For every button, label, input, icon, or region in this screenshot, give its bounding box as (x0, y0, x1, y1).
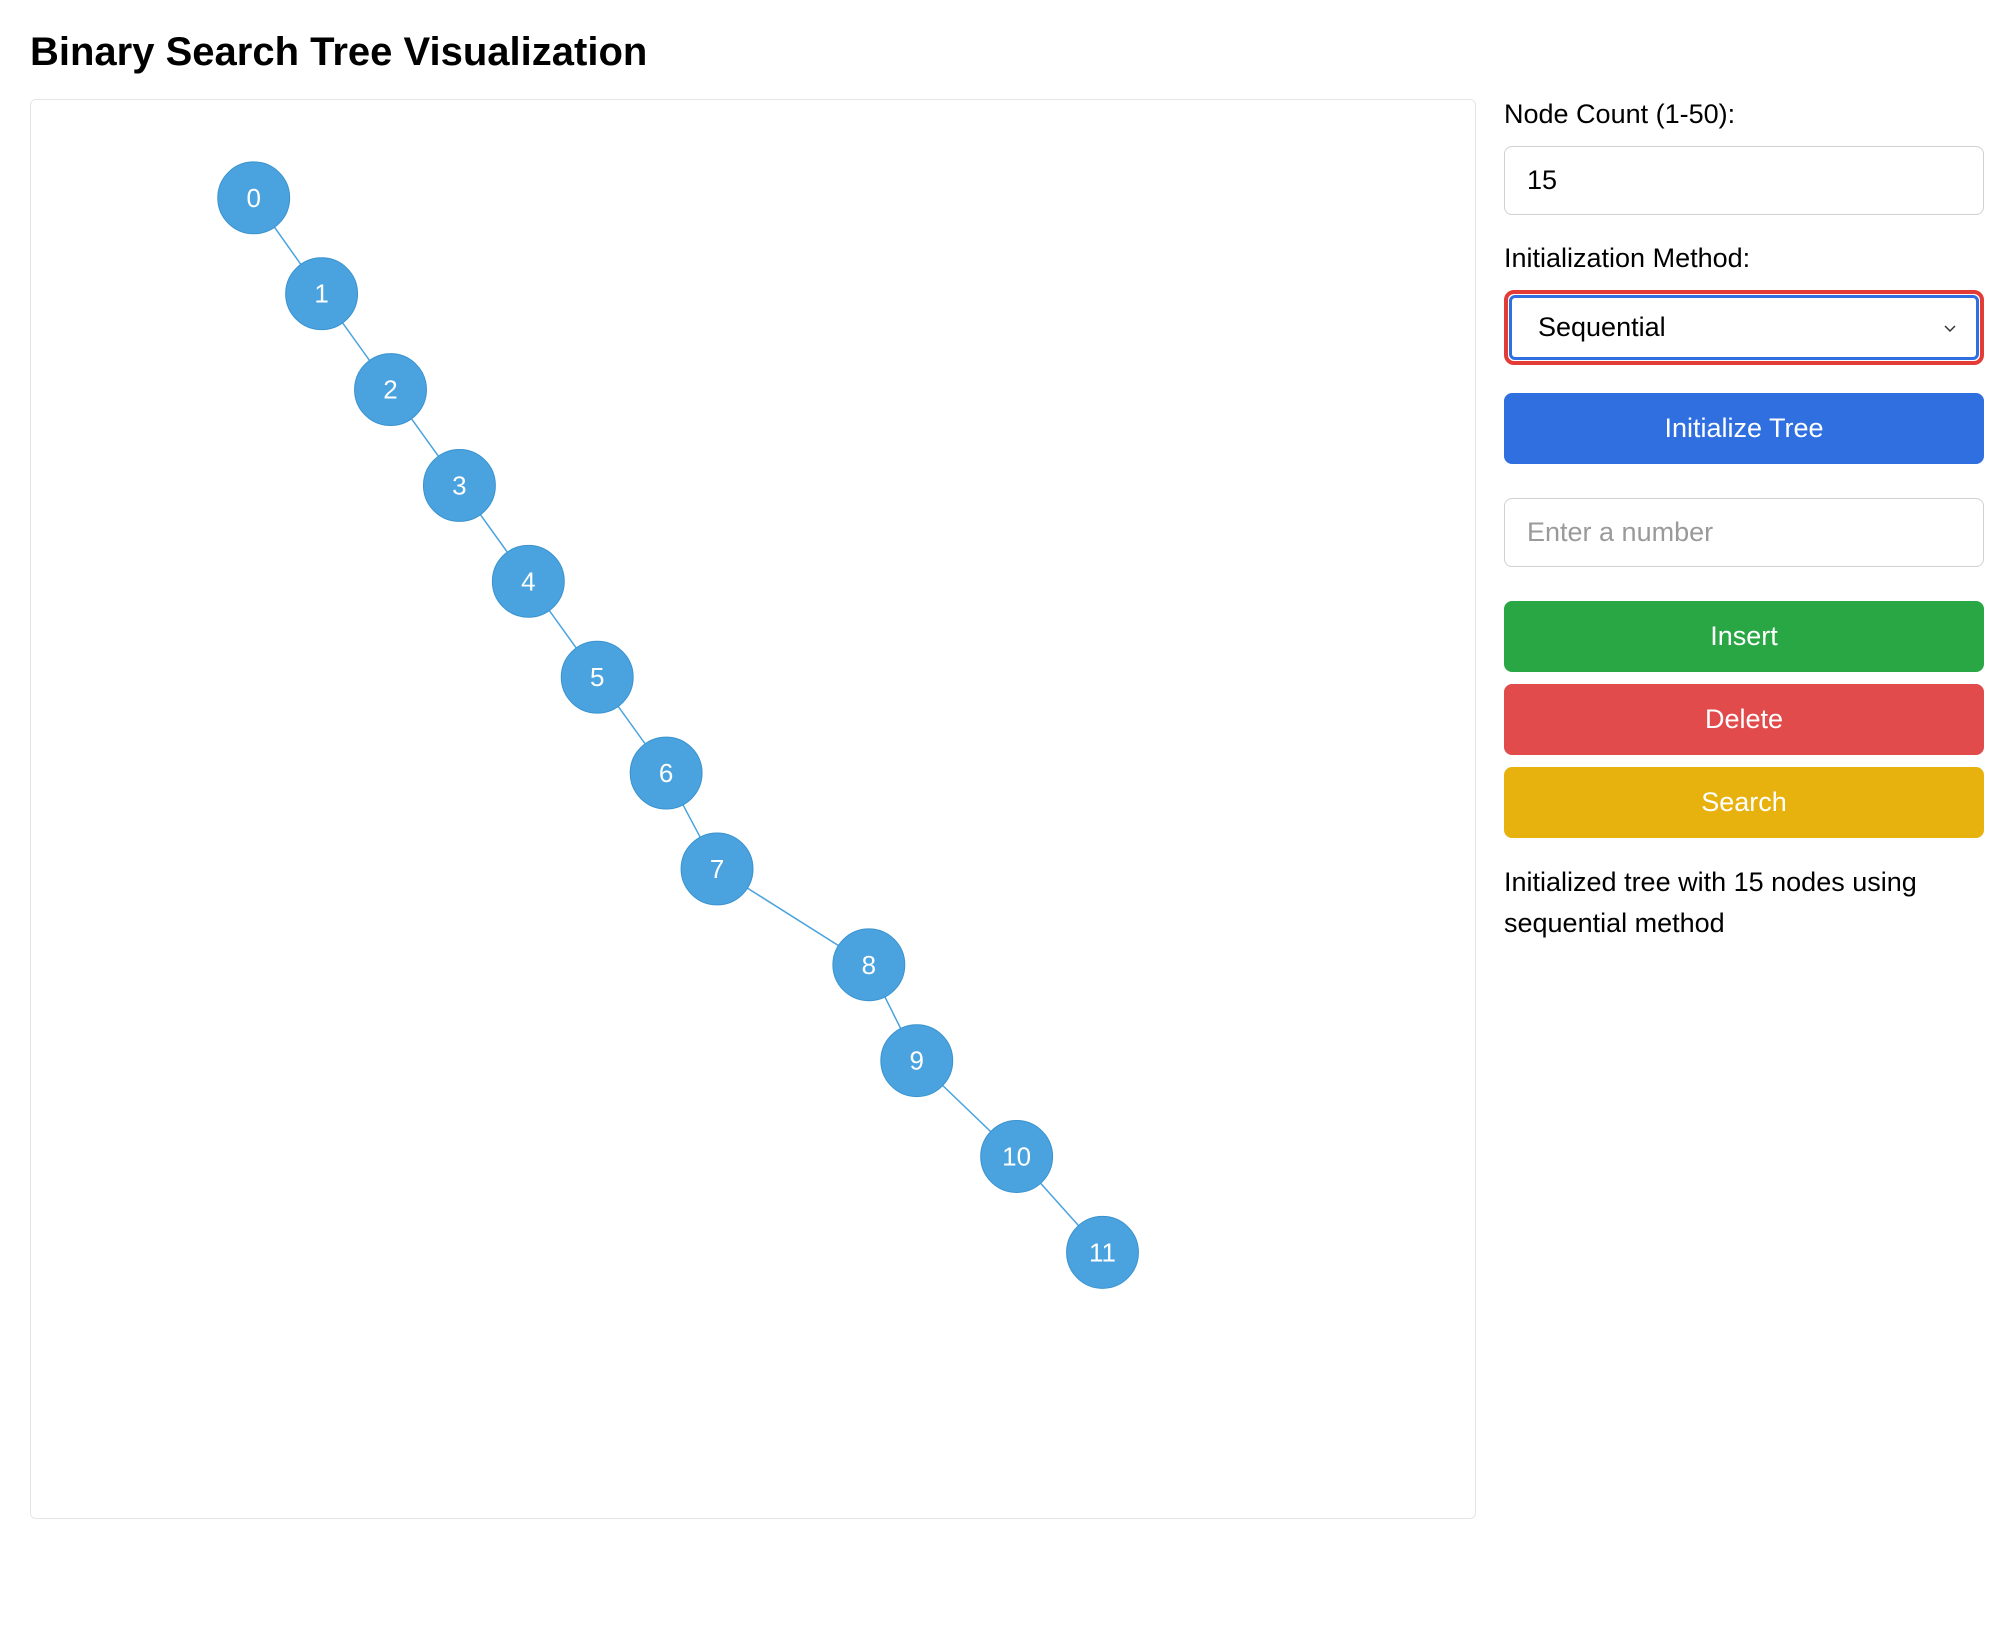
tree-node-label: 1 (314, 279, 328, 309)
tree-node[interactable]: 5 (561, 641, 633, 713)
tree-node-label: 7 (710, 854, 724, 884)
tree-canvas: 0 1 2 3 4 5 6 7 8 9 10 11 (31, 100, 1475, 1518)
tree-node[interactable]: 2 (355, 354, 427, 426)
number-input[interactable] (1504, 498, 1984, 567)
node-count-label: Node Count (1-50): (1504, 99, 1984, 130)
tree-node[interactable]: 3 (423, 450, 495, 522)
tree-node[interactable]: 0 (218, 162, 290, 234)
tree-node[interactable]: 6 (630, 737, 702, 809)
init-method-select[interactable]: Sequential (1504, 290, 1984, 365)
tree-node-label: 4 (521, 566, 535, 596)
tree-node-label: 3 (452, 470, 466, 500)
page-title: Binary Search Tree Visualization (30, 30, 1984, 75)
tree-node[interactable]: 7 (681, 833, 753, 905)
tree-node-label: 0 (246, 183, 260, 213)
tree-node-label: 9 (910, 1046, 924, 1076)
status-text: Initialized tree with 15 nodes using seq… (1504, 862, 1984, 943)
init-method-value: Sequential (1538, 312, 1666, 343)
initialize-tree-button[interactable]: Initialize Tree (1504, 393, 1984, 464)
tree-node[interactable]: 4 (492, 545, 564, 617)
tree-node-label: 2 (383, 375, 397, 405)
control-panel: Node Count (1-50): Initialization Method… (1504, 99, 1984, 943)
init-method-label: Initialization Method: (1504, 243, 1984, 274)
insert-button[interactable]: Insert (1504, 601, 1984, 672)
tree-node[interactable]: 11 (1067, 1216, 1139, 1288)
tree-node-label: 8 (862, 950, 876, 980)
tree-node[interactable]: 10 (981, 1121, 1053, 1193)
chevron-down-icon (1942, 320, 1958, 336)
search-button[interactable]: Search (1504, 767, 1984, 838)
tree-node-label: 6 (659, 758, 673, 788)
tree-node-label: 5 (590, 662, 604, 692)
tree-node[interactable]: 1 (286, 258, 358, 330)
tree-panel: 0 1 2 3 4 5 6 7 8 9 10 11 (30, 99, 1476, 1519)
node-count-input[interactable] (1504, 146, 1984, 215)
tree-node-label: 11 (1089, 1237, 1116, 1267)
delete-button[interactable]: Delete (1504, 684, 1984, 755)
tree-node[interactable]: 9 (881, 1025, 953, 1097)
tree-node[interactable]: 8 (833, 929, 905, 1001)
main-container: 0 1 2 3 4 5 6 7 8 9 10 11 Node Count (1-50): Initia… (30, 99, 1984, 1519)
tree-node-label: 10 (1002, 1142, 1031, 1172)
